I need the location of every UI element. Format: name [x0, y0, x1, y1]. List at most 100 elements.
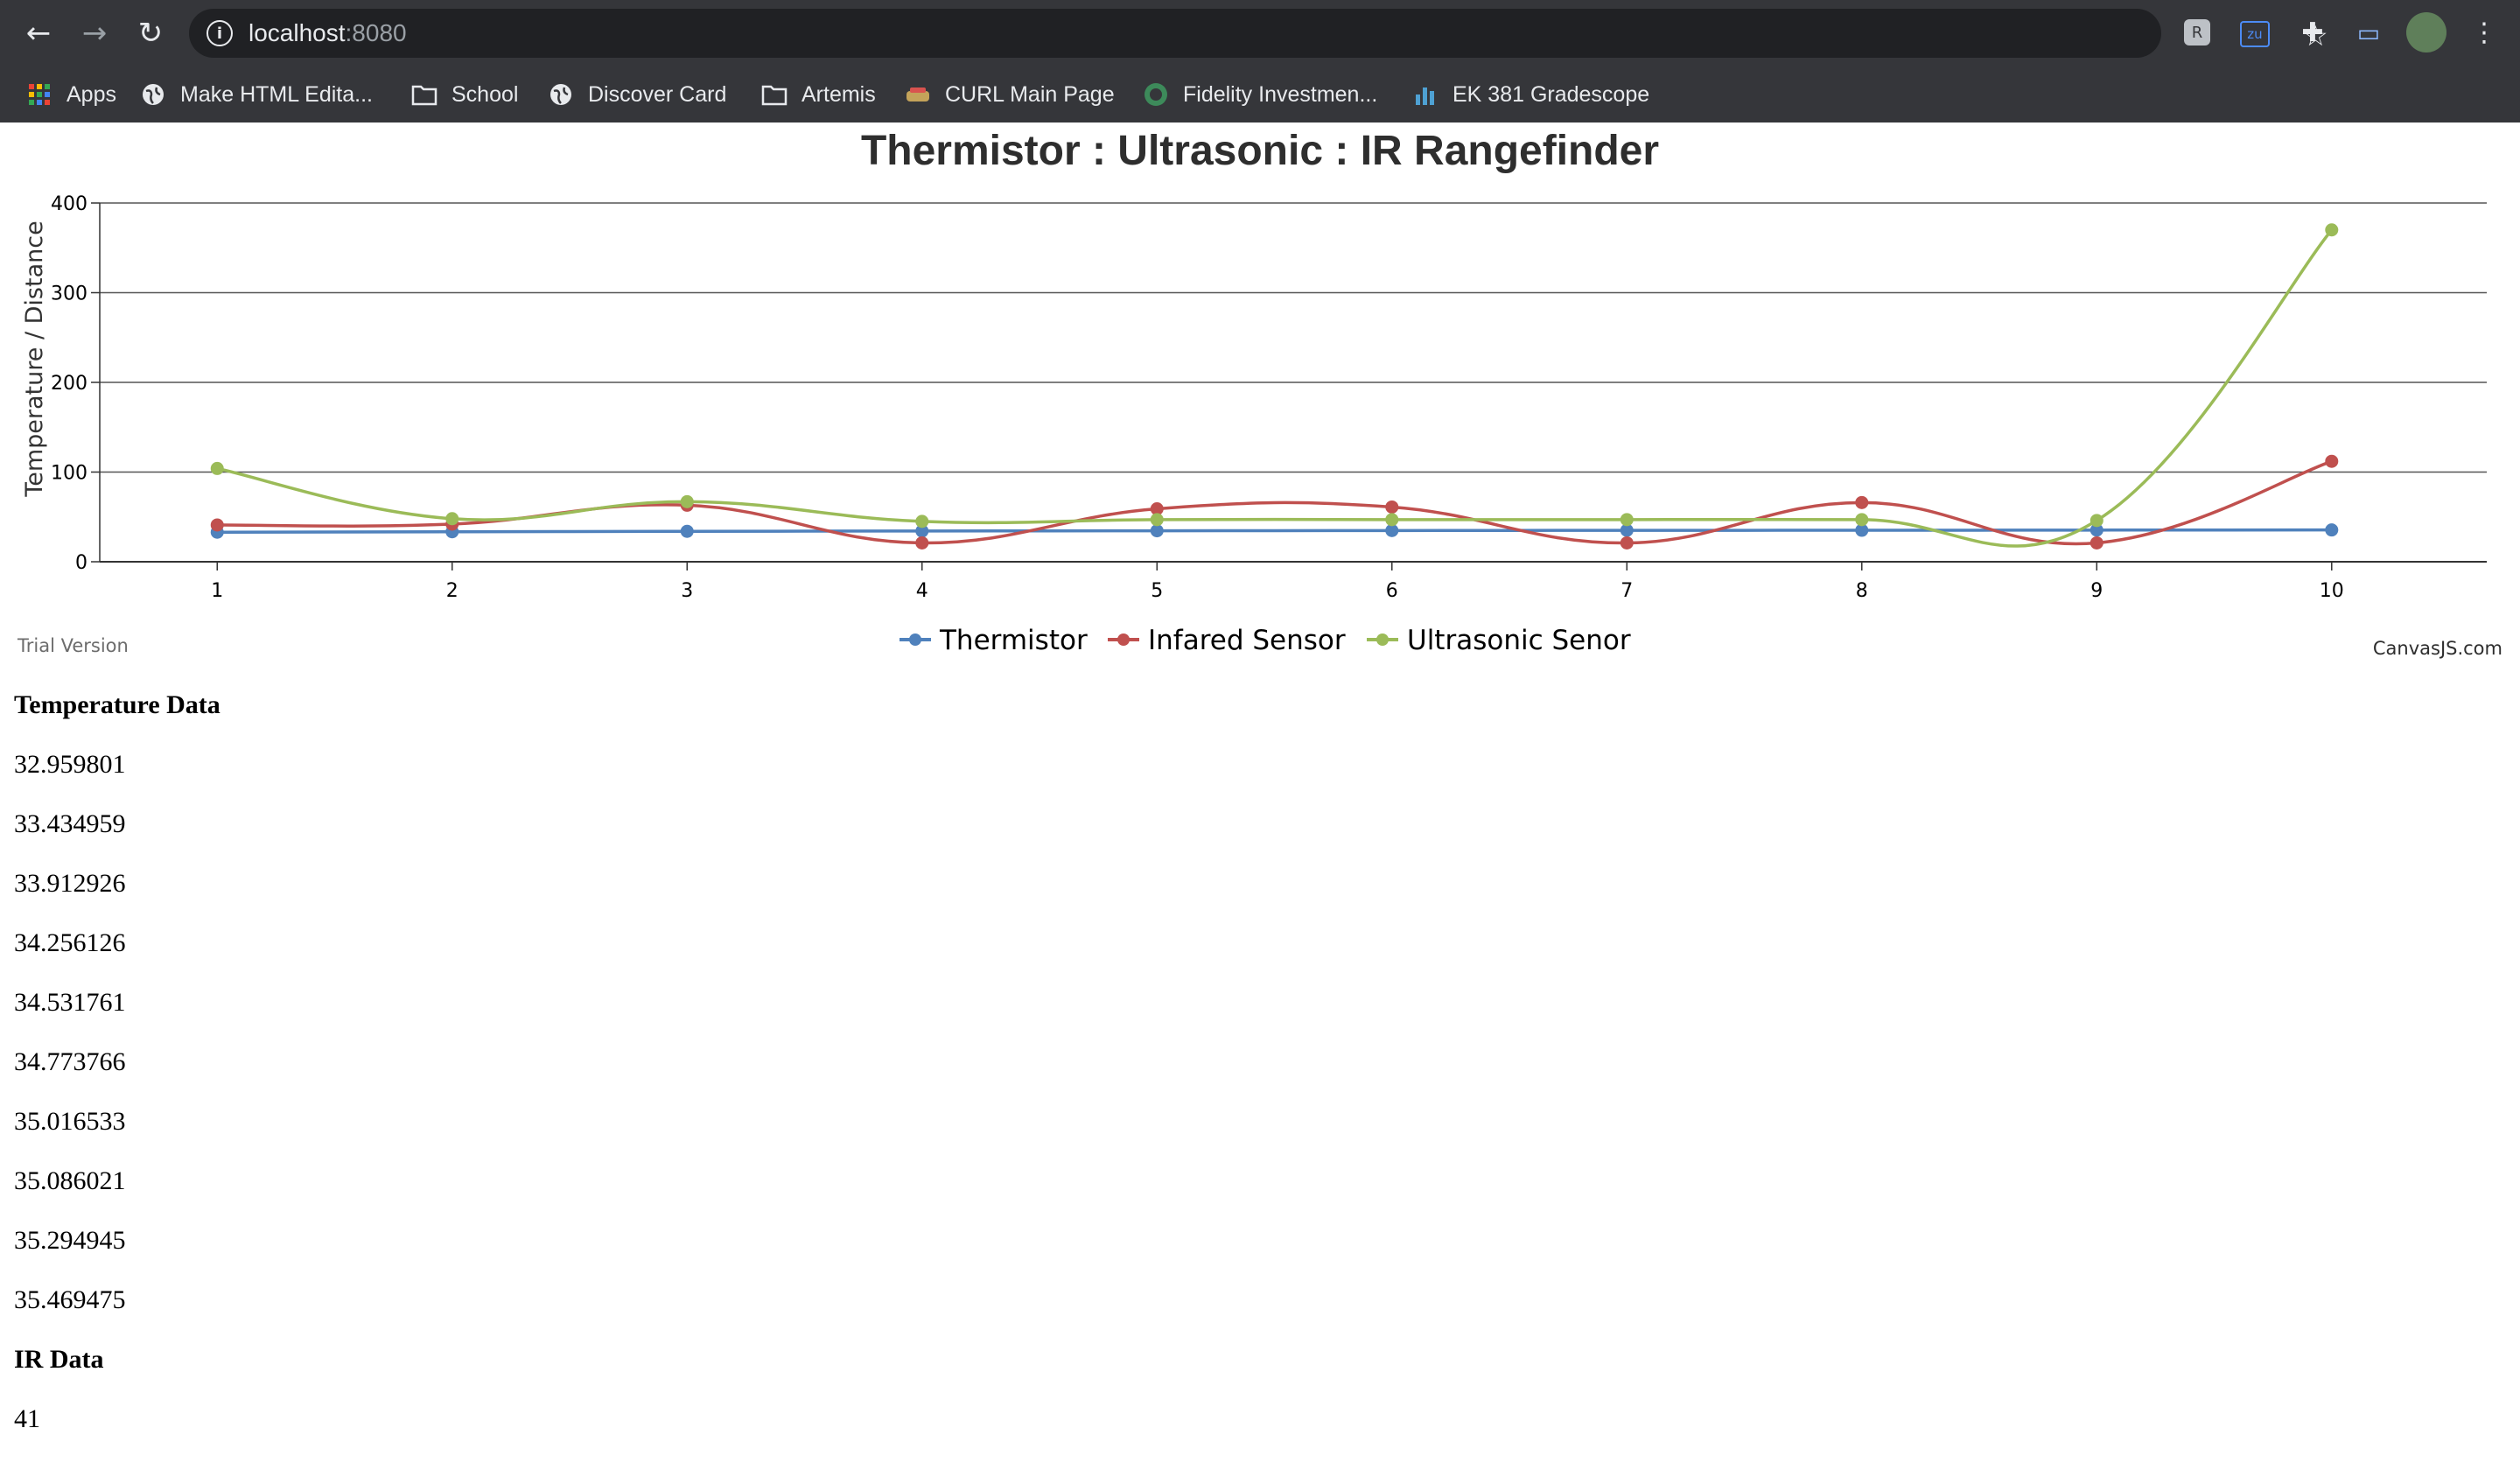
x-tick-label: 1	[211, 580, 223, 602]
legend-label: Infared Sensor	[1148, 625, 1346, 656]
address-bar[interactable]: i localhost:8080 ☆	[189, 9, 2328, 58]
folder-icon	[411, 81, 438, 108]
chart-container: Thermistor : Ultrasonic : IR Rangefinder…	[0, 122, 2520, 674]
trial-version-label: Trial Version	[17, 635, 129, 656]
bookmark-item[interactable]: EK 381 Gradescope	[1412, 75, 1649, 114]
temperature-value: 35.086021	[14, 1166, 126, 1195]
data-point[interactable]	[1385, 513, 1399, 527]
url-text[interactable]: localhost:8080	[248, 19, 407, 47]
chart-title: Thermistor : Ultrasonic : IR Rangefinder	[861, 128, 1659, 174]
legend-point-marker	[1376, 634, 1389, 646]
temperature-value: 35.469475	[14, 1285, 126, 1314]
data-point[interactable]	[2325, 454, 2339, 468]
apps-grid-icon	[26, 81, 52, 108]
data-point[interactable]	[210, 461, 224, 475]
bookmark-label: Discover Card	[588, 81, 727, 107]
data-point[interactable]	[915, 514, 929, 528]
legend-point-marker	[909, 634, 921, 646]
data-point[interactable]	[680, 494, 694, 508]
bookmark-label: Fidelity Investmen...	[1183, 81, 1378, 107]
chart-legend: Thermistor Infared Sensor Ultrasonic Senor	[900, 625, 1631, 656]
bookmark-item[interactable]: Fidelity Investmen...	[1143, 75, 1377, 114]
data-point[interactable]	[445, 512, 459, 526]
temperature-data-heading: Temperature Data	[14, 690, 220, 719]
temperature-value: 35.294945	[14, 1226, 126, 1255]
legend-label: Ultrasonic Senor	[1407, 625, 1631, 656]
temperature-value: 35.016533	[14, 1107, 126, 1136]
data-point[interactable]	[2325, 523, 2339, 537]
x-axis-ticks: 1 2 3 4 5 6 7 8 9 10	[211, 562, 2344, 602]
forward-arrow-icon[interactable]: →	[74, 12, 116, 54]
canvasjs-credit-link[interactable]: CanvasJS.com	[2373, 638, 2502, 659]
data-point[interactable]	[2325, 223, 2339, 237]
data-point[interactable]	[915, 536, 929, 550]
x-tick-label: 8	[1856, 580, 1868, 602]
x-tick-label: 10	[2320, 580, 2344, 602]
legend-label: Thermistor	[939, 625, 1088, 656]
bookmark-label: Artemis	[802, 81, 876, 107]
x-tick-label: 9	[2090, 580, 2103, 602]
globe-icon	[140, 81, 166, 108]
y-axis-label: Temperature / Distance	[21, 220, 48, 497]
series-line	[216, 228, 2334, 548]
browser-menu-icon[interactable]: ⋮	[2468, 16, 2501, 49]
legend-item[interactable]: Ultrasonic Senor	[1367, 625, 1631, 656]
y-axis-ticks: 0 100 200 300 400	[51, 193, 101, 574]
x-tick-label: 2	[446, 580, 458, 602]
data-point[interactable]	[1855, 495, 1869, 509]
cast-icon[interactable]: ▭	[2352, 16, 2385, 49]
globe-icon	[548, 81, 574, 108]
bookmark-item[interactable]: Discover Card	[548, 75, 726, 114]
series-3	[210, 223, 2339, 548]
data-point[interactable]	[1620, 513, 1634, 527]
legend-item[interactable]: Infared Sensor	[1108, 625, 1346, 656]
bookmark-item[interactable]: CURL Main Page	[905, 75, 1115, 114]
y-tick-label: 100	[51, 463, 88, 485]
zoom-extension-icon[interactable]: zu	[2240, 21, 2270, 47]
bookmark-item[interactable]: Artemis	[761, 75, 876, 114]
legend-point-marker	[1117, 634, 1130, 646]
folder-icon	[761, 81, 788, 108]
bookmark-item[interactable]: Make HTML Edita...	[140, 75, 373, 114]
chart-gridlines	[100, 202, 2487, 563]
extensions-puzzle-icon[interactable]: ✚	[2296, 16, 2329, 49]
x-tick-label: 3	[681, 580, 693, 602]
temperature-value: 34.531761	[14, 988, 126, 1017]
data-point[interactable]	[680, 524, 694, 538]
legend-item[interactable]: Thermistor	[900, 625, 1088, 656]
y-tick-label: 400	[51, 193, 88, 215]
data-point[interactable]	[210, 518, 224, 532]
bookmarks-bar: Apps Make HTML Edita... School Discover Car…	[0, 66, 2520, 122]
browser-toolbar: ← → ↻ i localhost:8080 ☆ R zu ✚ ▭ ⋮	[0, 0, 2520, 66]
browser-chrome: ← → ↻ i localhost:8080 ☆ R zu ✚ ▭ ⋮ Apps…	[0, 0, 2520, 122]
reload-icon[interactable]: ↻	[130, 12, 172, 54]
data-point[interactable]	[2090, 514, 2104, 528]
data-point[interactable]	[1150, 513, 1164, 527]
data-point[interactable]	[1620, 536, 1634, 550]
profile-avatar[interactable]	[2406, 12, 2446, 52]
line-chart: Thermistor : Ultrasonic : IR Rangefinder…	[17, 128, 2502, 659]
data-point[interactable]	[1150, 524, 1164, 538]
bookmark-label: CURL Main Page	[945, 81, 1115, 107]
ir-data-list: 41	[14, 1390, 220, 1449]
site-info-icon[interactable]: i	[206, 20, 233, 46]
x-tick-label: 6	[1386, 580, 1398, 602]
temperature-value: 33.434959	[14, 809, 126, 838]
data-point[interactable]	[1385, 500, 1399, 514]
extension-r-icon[interactable]: R	[2184, 19, 2210, 46]
y-tick-label: 0	[75, 552, 88, 574]
temperature-data-list: 32.959801 33.434959 33.912926 34.256126 34.5…	[14, 735, 220, 1330]
bookmark-item[interactable]: Apps	[26, 75, 116, 114]
bookmark-item[interactable]: School	[411, 75, 518, 114]
curl-icon	[905, 81, 931, 108]
ir-data-heading: IR Data	[14, 1345, 104, 1374]
data-point[interactable]	[1855, 513, 1869, 527]
series-2	[210, 454, 2339, 550]
temperature-value: 34.773766	[14, 1047, 126, 1076]
bookmark-label: School	[452, 81, 519, 107]
temperature-value: 32.959801	[14, 750, 126, 779]
data-listing: Temperature Data 32.959801 33.434959 33.91…	[14, 676, 220, 1449]
data-point[interactable]	[2090, 536, 2104, 550]
chart-series	[210, 223, 2339, 550]
back-arrow-icon[interactable]: ←	[18, 12, 60, 54]
